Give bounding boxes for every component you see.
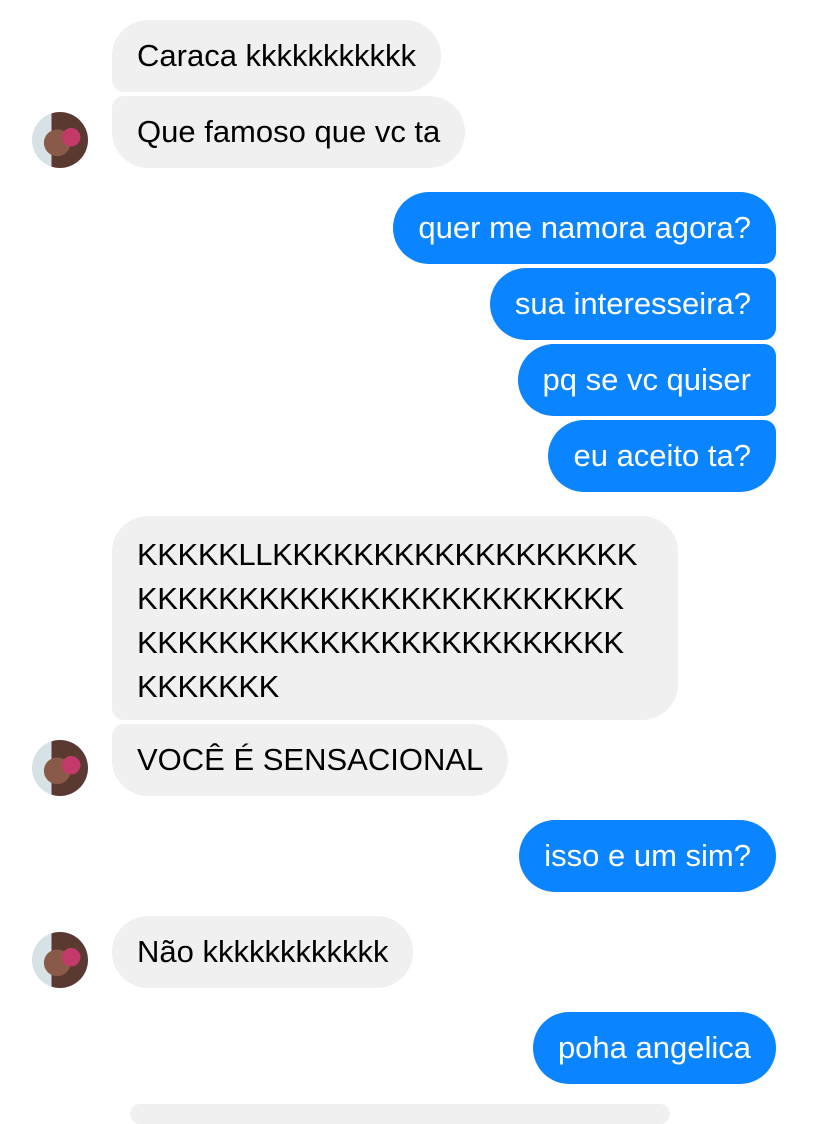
message-bubble-incoming[interactable]: Não kkkkkkkkkkkk [112, 916, 414, 988]
message-bubble-outgoing[interactable]: quer me namora agora? [393, 192, 776, 264]
message-bubble-incoming[interactable]: Que famoso que vc ta [112, 96, 466, 168]
message-bubble-outgoing[interactable]: pq se vc quiser [517, 344, 776, 416]
message-bubble-outgoing[interactable]: isso e um sim? [519, 820, 776, 892]
message-bubble-outgoing[interactable]: poha angelica [532, 1012, 776, 1084]
contact-avatar[interactable] [32, 740, 88, 796]
message-bubble-incoming[interactable]: Caraca kkkkkkkkkkk [112, 20, 442, 92]
contact-avatar[interactable] [32, 112, 88, 168]
message-bubble-outgoing[interactable]: sua interesseira? [489, 268, 776, 340]
message-bubble-incoming[interactable]: VOCÊ É SENSACIONAL [112, 724, 509, 796]
message-bubble-outgoing[interactable]: eu aceito ta? [548, 420, 776, 492]
message-bubble-incoming[interactable]: KKKKKLLKKKKKKKKKKKKKKKKKK KKKKKKKKKKKKKK… [112, 516, 678, 720]
message-bubble-partial [130, 1104, 670, 1124]
contact-avatar[interactable] [32, 932, 88, 988]
